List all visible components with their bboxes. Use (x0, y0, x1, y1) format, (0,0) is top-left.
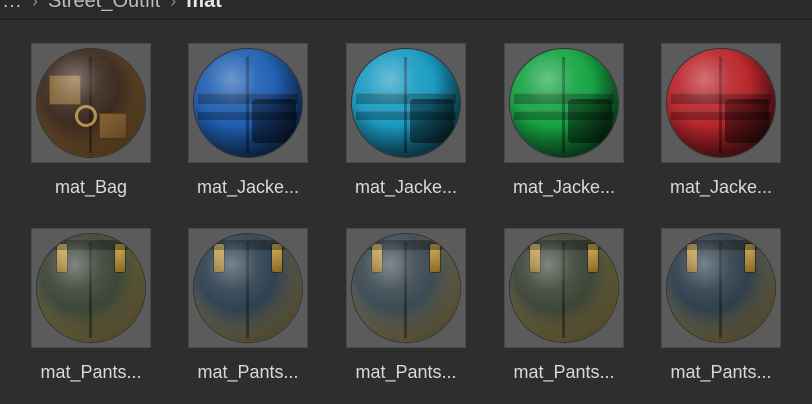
asset-label: mat_Jacke... (512, 177, 616, 197)
material-preview-sphere (667, 49, 775, 157)
material-preview-sphere (352, 234, 460, 342)
breadcrumb-trail: … › Street_Outfit › mat (2, 0, 222, 14)
material-preview-sphere (352, 49, 460, 157)
material-preview-sphere (37, 49, 145, 157)
asset-tile[interactable]: mat_Jacke... (661, 43, 811, 213)
material-shading (667, 49, 775, 157)
material-shading (510, 49, 618, 157)
material-preview-sphere (667, 234, 775, 342)
asset-thumbnail (31, 228, 151, 348)
material-shading (667, 234, 775, 342)
asset-tile[interactable]: mat_Jacke... (504, 43, 654, 213)
asset-thumbnail (504, 43, 624, 163)
breadcrumb-separator-icon: › (170, 0, 177, 11)
material-preview-sphere (194, 234, 302, 342)
asset-thumbnail (661, 228, 781, 348)
asset-thumbnail (188, 43, 308, 163)
material-shading (352, 49, 460, 157)
asset-label: mat_Jacke... (196, 177, 300, 197)
asset-tile[interactable]: mat_Pants... (504, 228, 654, 398)
material-shading (352, 234, 460, 342)
asset-grid: mat_Bag mat_Jacke... mat_Jacke... mat_Ja… (0, 20, 812, 404)
breadcrumb-separator-icon: › (32, 0, 38, 11)
material-shading (194, 49, 302, 157)
material-preview-sphere (510, 234, 618, 342)
asset-thumbnail (661, 43, 781, 163)
asset-label: mat_Pants... (513, 362, 615, 382)
asset-thumbnail (346, 43, 466, 163)
asset-thumbnail (504, 228, 624, 348)
asset-tile[interactable]: mat_Pants... (188, 228, 338, 398)
material-preview-sphere (37, 234, 145, 342)
asset-tile[interactable]: mat_Bag (31, 43, 181, 213)
material-shading (37, 49, 145, 157)
asset-label: mat_Jacke... (354, 177, 458, 197)
asset-thumbnail (31, 43, 151, 163)
asset-label: mat_Pants... (40, 362, 142, 382)
material-preview-sphere (510, 49, 618, 157)
asset-label: mat_Pants... (670, 362, 772, 382)
asset-tile[interactable]: mat_Pants... (31, 228, 181, 398)
asset-label: mat_Pants... (355, 362, 457, 382)
breadcrumb-item-parent[interactable]: … (2, 0, 22, 13)
breadcrumb-item-street-outfit[interactable]: Street_Outfit (48, 0, 160, 13)
asset-tile[interactable]: mat_Jacke... (346, 43, 496, 213)
asset-tile[interactable]: mat_Pants... (661, 228, 811, 398)
asset-tile[interactable]: mat_Jacke... (188, 43, 338, 213)
material-shading (194, 234, 302, 342)
asset-label: mat_Bag (54, 177, 128, 197)
material-shading (510, 234, 618, 342)
breadcrumb: … › Street_Outfit › mat (0, 0, 812, 20)
material-preview-sphere (194, 49, 302, 157)
asset-thumbnail (188, 228, 308, 348)
asset-label: mat_Jacke... (669, 177, 773, 197)
asset-label: mat_Pants... (197, 362, 299, 382)
asset-tile[interactable]: mat_Pants... (346, 228, 496, 398)
material-shading (37, 234, 145, 342)
asset-thumbnail (346, 228, 466, 348)
breadcrumb-item-mat: mat (186, 0, 222, 12)
